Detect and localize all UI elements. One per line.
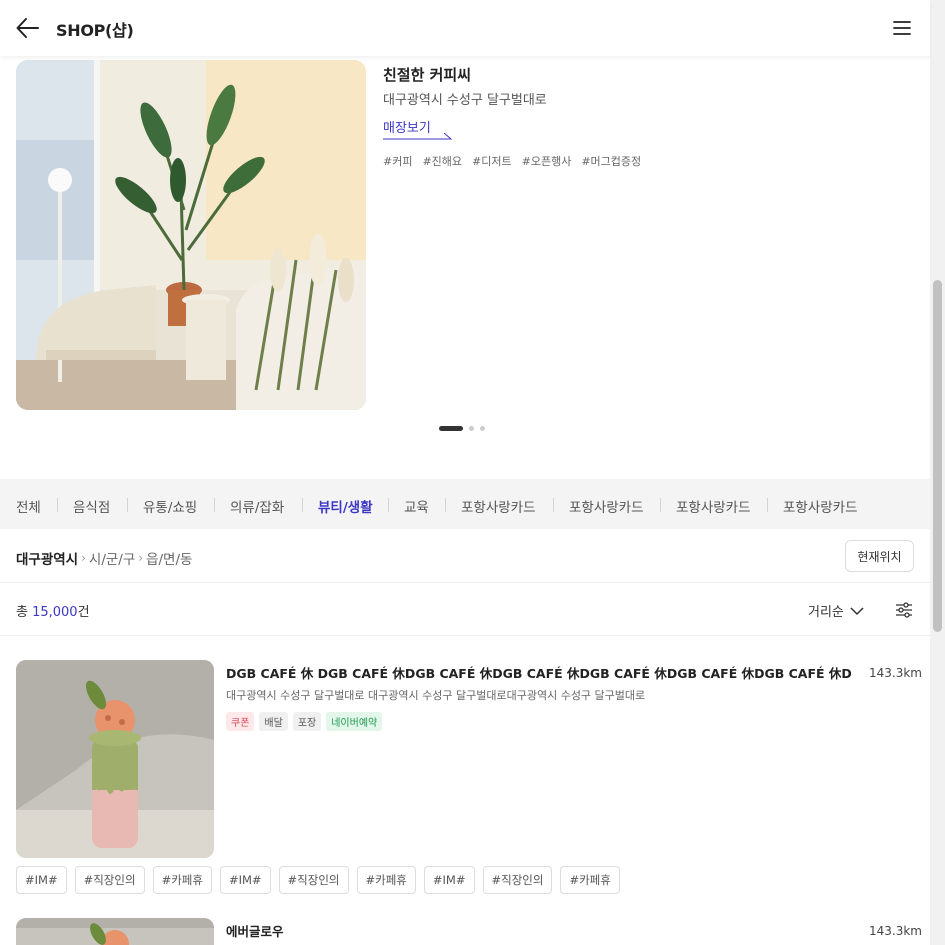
store-address: 대구광역시 수성구 달구벌대로 대구광역시 수성구 달구벌대로대구광역시 수성구… xyxy=(226,689,646,702)
category-tab[interactable]: 포항사랑카드 xyxy=(783,496,858,516)
result-count-number: 15,000 xyxy=(32,605,78,620)
category-separator xyxy=(214,498,215,512)
category-tab[interactable]: 유통/쇼핑 xyxy=(143,496,197,516)
category-separator xyxy=(302,498,303,512)
carousel-indicator xyxy=(439,426,485,431)
region-breadcrumb: 대구광역시 › 시/군/구 › 읍/면/동 xyxy=(16,548,192,568)
featured-store-name: 친절한 커피씨 xyxy=(383,66,472,84)
naver-reservation-badge: 네이버예약 xyxy=(326,712,383,731)
region-town[interactable]: 읍/면/동 xyxy=(146,548,192,568)
hashtag-chip[interactable]: #직장인의 xyxy=(74,866,145,894)
hashtag-chip[interactable]: #IM# xyxy=(16,866,67,894)
carousel-dot[interactable] xyxy=(469,426,474,431)
chevron-right-icon: › xyxy=(138,551,144,565)
region-city[interactable]: 대구광역시 xyxy=(16,548,78,568)
featured-tag: #오픈행사 xyxy=(521,155,572,168)
featured-tag: #디저트 xyxy=(472,155,512,168)
link-arrow-icon xyxy=(383,132,453,140)
category-tab[interactable]: 의류/잡화 xyxy=(230,496,284,516)
result-count-prefix: 총 xyxy=(16,605,33,620)
carousel-dot-active[interactable] xyxy=(439,426,463,431)
coupon-badge: 쿠폰 xyxy=(226,712,255,731)
category-separator xyxy=(767,498,768,512)
filter-settings-icon[interactable] xyxy=(894,600,914,620)
back-arrow-icon[interactable] xyxy=(14,14,42,42)
store-hashtags: #IM# #직장인의 #카페휴 #IM# #직장인의 #카페휴 #IM# #직장인의 #카페휴 xyxy=(16,866,620,894)
category-separator xyxy=(388,498,389,512)
hashtag-chip[interactable]: #직장인의 xyxy=(482,866,553,894)
featured-tag: #커피 xyxy=(383,155,413,168)
category-tab[interactable]: 포항사랑카드 xyxy=(569,496,644,516)
top-header: SHOP(샵) xyxy=(0,0,930,56)
category-tab[interactable]: 포항사랑카드 xyxy=(676,496,751,516)
current-location-button[interactable]: 현재위치 xyxy=(845,540,914,572)
divider xyxy=(0,582,930,583)
scrollbar-thumb[interactable] xyxy=(933,280,942,632)
page-title: SHOP(샵) xyxy=(56,21,134,40)
delivery-badge: 배달 xyxy=(259,712,288,731)
category-tab[interactable]: 교육 xyxy=(404,496,429,516)
store-distance: 143.3km xyxy=(869,666,922,680)
store-thumbnail[interactable] xyxy=(16,918,214,945)
chevron-right-icon: › xyxy=(81,551,86,565)
category-separator xyxy=(57,498,58,512)
carousel-dot[interactable] xyxy=(480,426,485,431)
store-name[interactable]: DGB CAFÉ 休 DGB CAFÉ 休DGB CAFÉ 休DGB CAFÉ … xyxy=(226,663,851,682)
category-tab[interactable]: 뷰티/생활 xyxy=(318,496,373,516)
featured-tag: #진해요 xyxy=(422,155,463,168)
category-tab[interactable]: 전체 xyxy=(16,496,41,516)
result-count: 총 15,000건 xyxy=(16,601,90,620)
featured-store-image[interactable] xyxy=(16,60,366,410)
chevron-down-icon xyxy=(850,606,864,615)
featured-tag: #머그컵증정 xyxy=(581,155,642,168)
category-tab[interactable]: 음식점 xyxy=(73,496,110,516)
hashtag-chip[interactable]: #카페휴 xyxy=(560,866,620,894)
hashtag-chip[interactable]: #IM# xyxy=(423,866,475,894)
hashtag-chip[interactable]: #카페휴 xyxy=(356,866,416,894)
result-count-suffix: 건 xyxy=(77,605,90,620)
hashtag-chip[interactable]: #직장인의 xyxy=(278,866,349,894)
sort-dropdown[interactable]: 거리순 xyxy=(808,601,864,620)
sort-label: 거리순 xyxy=(808,605,844,620)
takeout-badge: 포장 xyxy=(292,712,322,731)
category-separator xyxy=(553,498,554,512)
store-thumbnail[interactable] xyxy=(16,660,214,858)
category-tab[interactable]: 포항사랑카드 xyxy=(461,496,536,516)
store-badges: 쿠폰 배달 포장 네이버예약 xyxy=(226,712,383,731)
divider xyxy=(0,635,930,636)
hashtag-chip[interactable]: #IM# xyxy=(219,866,271,894)
hashtag-chip[interactable]: #카페휴 xyxy=(152,866,212,894)
category-separator xyxy=(660,498,661,512)
store-distance: 143.3km xyxy=(869,924,922,938)
hamburger-menu-icon[interactable] xyxy=(890,16,914,40)
featured-store-address: 대구광역시 수성구 달구벌대로 xyxy=(383,93,547,108)
category-separator xyxy=(445,498,446,512)
featured-tags: #커피 #진해요 #디저트 #오픈행사 #머그컵증정 xyxy=(383,153,641,169)
region-district[interactable]: 시/군/구 xyxy=(89,548,135,568)
store-name[interactable]: 에버글로우 xyxy=(226,921,851,940)
category-separator xyxy=(127,498,128,512)
